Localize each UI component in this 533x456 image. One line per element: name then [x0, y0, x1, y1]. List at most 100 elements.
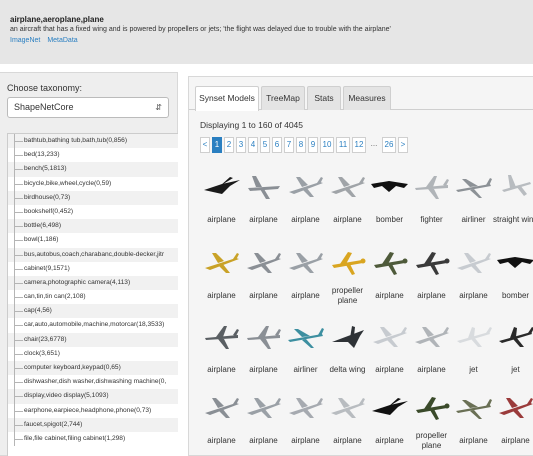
model-cell[interactable]: airplane — [326, 393, 369, 456]
page-button-11[interactable]: 11 — [336, 137, 350, 153]
tree-item[interactable]: bench(5,1813) — [8, 162, 178, 177]
flying-wing-bomber-icon[interactable] — [494, 248, 533, 278]
model-cell[interactable]: airliner — [284, 322, 327, 392]
jet-airplane-icon[interactable] — [284, 393, 327, 423]
model-cell[interactable]: airplane — [242, 322, 285, 392]
airliner-icon[interactable] — [452, 172, 495, 202]
page-button-10[interactable]: 10 — [320, 137, 334, 153]
page-button-2[interactable]: 2 — [224, 137, 234, 153]
tree-item[interactable]: bookshelf(0,452) — [8, 204, 178, 220]
model-cell[interactable]: airplane — [200, 322, 243, 392]
model-cell[interactable]: airplane — [284, 172, 327, 242]
page-button-8[interactable]: 8 — [296, 137, 306, 153]
model-cell[interactable]: bomber — [368, 172, 411, 242]
tab-treemap[interactable]: TreeMap — [261, 86, 305, 110]
model-cell[interactable]: airplane — [326, 172, 369, 242]
tree-item[interactable]: bottle(6,498) — [8, 219, 178, 234]
model-cell[interactable]: airplane — [368, 248, 411, 318]
model-cell[interactable]: airliner — [452, 172, 495, 242]
dark-delta-jet-icon[interactable] — [200, 172, 243, 202]
tree-item[interactable]: bicycle,bike,wheel,cycle(0,59) — [8, 176, 178, 191]
page-button-5[interactable]: 5 — [260, 137, 270, 153]
airliner-icon[interactable] — [452, 393, 495, 423]
model-cell[interactable]: airplane — [368, 393, 411, 456]
x-wing-fighter-icon[interactable] — [242, 172, 285, 202]
model-cell[interactable]: airplane — [494, 393, 533, 456]
jet-airplane-icon[interactable] — [200, 248, 243, 278]
model-cell[interactable]: jet — [494, 322, 533, 392]
model-cell[interactable]: bomber — [494, 248, 533, 318]
tree-item[interactable]: bathtub,bathing tub,bath,tub(0,856) — [8, 134, 178, 149]
model-cell[interactable]: airplane — [410, 322, 453, 392]
jet-airplane-icon[interactable] — [326, 393, 369, 423]
jet-airplane-icon[interactable] — [242, 248, 285, 278]
flying-wing-bomber-icon[interactable] — [368, 172, 411, 202]
tree-item[interactable]: car,auto,automobile,machine,motorcar(18,… — [8, 318, 178, 333]
tree-item[interactable]: chair(23,6778) — [8, 332, 178, 347]
page-button-6[interactable]: 6 — [272, 137, 282, 153]
delta-wing-icon[interactable] — [326, 322, 369, 352]
tab-stats[interactable]: Stats — [307, 86, 341, 110]
jet-airplane-icon[interactable] — [410, 322, 453, 352]
model-cell[interactable]: airplane — [200, 248, 243, 318]
jet-icon[interactable] — [494, 322, 533, 352]
model-cell[interactable]: airplane — [242, 172, 285, 242]
jet-airplane-icon[interactable] — [326, 172, 369, 202]
model-cell[interactable]: propeller plane — [410, 393, 453, 456]
model-cell[interactable]: airplane — [284, 248, 327, 318]
fighter-jet-icon[interactable] — [242, 322, 285, 352]
model-cell[interactable]: delta wing — [326, 322, 369, 392]
page-button-3[interactable]: 3 — [236, 137, 246, 153]
tree-item[interactable]: display,video display(5,1093) — [8, 389, 178, 404]
jet-airplane-icon[interactable] — [368, 322, 411, 352]
tree-item[interactable]: dishwasher,dish washer,dishwashing machi… — [8, 375, 178, 390]
model-cell[interactable]: airplane — [452, 393, 495, 456]
propeller-plane-icon[interactable] — [326, 248, 369, 278]
dark-delta-jet-icon[interactable] — [368, 393, 411, 423]
jet-airplane-icon[interactable] — [494, 393, 533, 423]
tree-item[interactable]: birdhouse(0,73) — [8, 190, 178, 205]
tree-item[interactable]: earphone,earpiece,headphone,phone(0,73) — [8, 403, 178, 418]
tree-item[interactable]: can,tin,tin can(2,108) — [8, 290, 178, 305]
page-button-7[interactable]: 7 — [284, 137, 294, 153]
model-cell[interactable]: airplane — [242, 248, 285, 318]
model-cell[interactable]: airplane — [410, 248, 453, 318]
jet-airplane-icon[interactable] — [452, 248, 495, 278]
model-cell[interactable]: airplane — [200, 393, 243, 456]
model-cell[interactable]: airplane — [452, 248, 495, 318]
page-button-1[interactable]: 1 — [212, 137, 222, 153]
page-button-9[interactable]: 9 — [308, 137, 318, 153]
page-prev-button[interactable]: < — [200, 137, 210, 153]
fighter-jet-icon[interactable] — [200, 322, 243, 352]
model-cell[interactable]: airplane — [242, 393, 285, 456]
airliner-icon[interactable] — [284, 322, 327, 352]
tree-item[interactable]: camera,photographic camera(4,113) — [8, 275, 178, 291]
taxonomy-tree[interactable]: bathtub,bathing tub,bath,tub(0,856) bed(1… — [7, 133, 178, 456]
model-cell[interactable]: straight wing — [493, 172, 533, 242]
tab-synset-models[interactable]: Synset Models — [195, 86, 259, 111]
page-button-last[interactable]: 26 — [382, 137, 396, 153]
propeller-plane-icon[interactable] — [410, 248, 453, 278]
jet-icon[interactable] — [452, 322, 495, 352]
model-cell[interactable]: jet — [452, 322, 495, 392]
tree-item[interactable]: bed(13,233) — [8, 148, 178, 163]
tree-item[interactable]: bus,autobus,coach,charabanc,double-decke… — [8, 247, 178, 262]
model-cell[interactable]: airplane — [200, 172, 243, 242]
model-cell[interactable]: propeller plane — [326, 248, 369, 318]
page-button-12[interactable]: 12 — [352, 137, 366, 153]
jet-airplane-icon[interactable] — [284, 172, 327, 202]
tree-item[interactable]: cap(4,56) — [8, 304, 178, 319]
imagenet-link[interactable]: ImageNet — [10, 37, 40, 44]
tree-item[interactable]: faucet,spigot(2,744) — [8, 417, 178, 432]
page-next-button[interactable]: > — [398, 137, 408, 153]
tree-item[interactable]: cabinet(9,1571) — [8, 261, 178, 276]
propeller-plane-icon[interactable] — [368, 248, 411, 278]
straight-wing-plane-icon[interactable] — [494, 172, 533, 202]
tree-item[interactable]: bowl(1,186) — [8, 233, 178, 248]
tree-item[interactable]: computer keyboard,keypad(0,65) — [8, 361, 178, 376]
jet-airplane-icon[interactable] — [284, 248, 327, 278]
model-cell[interactable]: airplane — [368, 322, 411, 392]
taxonomy-select[interactable]: ShapeNetCore ⇵ — [7, 97, 169, 118]
fighter-jet-icon[interactable] — [410, 172, 453, 202]
model-cell[interactable]: fighter — [410, 172, 453, 242]
